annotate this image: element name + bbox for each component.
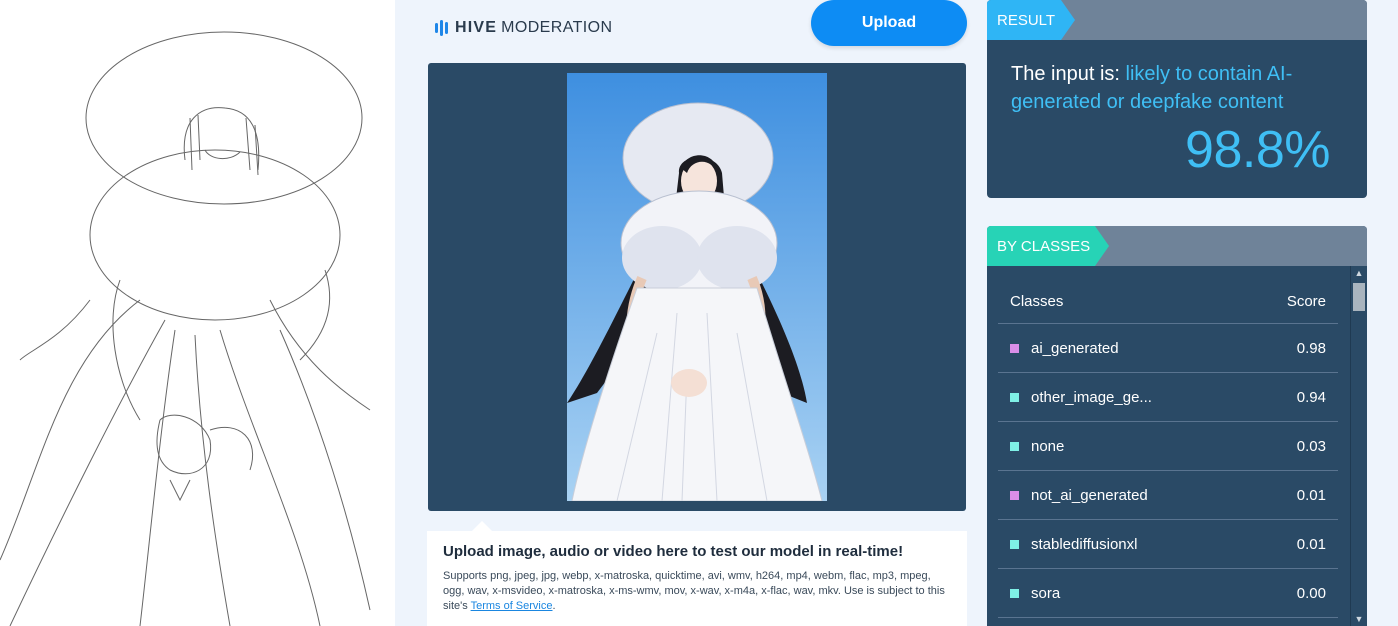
class-name: none (1031, 437, 1065, 455)
result-tag-label: RESULT (997, 11, 1056, 29)
classes-table-header: Classes Score (998, 280, 1338, 324)
class-name: not_ai_generated (1031, 486, 1148, 504)
class-score: 0.03 (1296, 437, 1326, 455)
column-classes: Classes (1010, 293, 1064, 310)
class-name: stablediffusionxl (1031, 535, 1138, 553)
scroll-up-arrow-icon[interactable]: ▲ (1351, 266, 1367, 280)
classes-tag: BY CLASSES (987, 226, 1109, 266)
classes-header: BY CLASSES (987, 226, 1367, 266)
class-name: ai_generated (1031, 339, 1119, 357)
uploaded-image (567, 73, 827, 501)
class-score: 0.98 (1296, 339, 1326, 357)
terms-of-service-link[interactable]: Terms of Service (471, 600, 553, 612)
hive-bars-icon (435, 20, 448, 36)
result-card: RESULT The input is: likely to contain A… (987, 0, 1367, 198)
table-row: sora 0.00 (998, 569, 1338, 618)
class-color-swatch (1010, 539, 1019, 549)
info-title: Upload image, audio or video here to tes… (443, 543, 904, 560)
hive-logo[interactable]: HIVE MODERATION (435, 18, 612, 38)
class-color-swatch (1010, 490, 1019, 500)
image-preview (428, 63, 966, 511)
info-body: Supports png, jpeg, jpg, webp, x-matrosk… (443, 569, 951, 614)
info-tail: . (552, 600, 556, 612)
table-row: not_ai_generated 0.01 (998, 471, 1338, 520)
class-color-swatch (1010, 441, 1019, 451)
classes-tag-label: BY CLASSES (997, 237, 1091, 255)
class-color-swatch (1010, 588, 1019, 598)
class-score: 0.94 (1296, 388, 1326, 406)
class-score: 0.01 (1296, 535, 1326, 553)
result-summary: The input is: likely to contain AI-gener… (1011, 60, 1331, 116)
table-row: ai_generated 0.98 (998, 324, 1338, 373)
class-name: sora (1031, 584, 1061, 602)
table-row: none 0.03 (998, 422, 1338, 471)
scroll-down-arrow-icon[interactable]: ▼ (1351, 612, 1367, 626)
result-percentage: 98.8% (1185, 121, 1330, 179)
main-column: HIVE MODERATION Upload Upload image, aud… (395, 0, 985, 626)
sketch-image (0, 0, 395, 626)
class-color-swatch (1010, 392, 1019, 402)
table-row: stablediffusionxl 0.01 (998, 520, 1338, 569)
logo-product: MODERATION (501, 19, 613, 36)
class-name: other_image_ge... (1031, 388, 1152, 406)
result-prefix: The input is: (1011, 63, 1120, 85)
classes-card: BY CLASSES Classes Score ai_generated 0.… (987, 226, 1367, 626)
table-row: other_image_ge... 0.94 (998, 373, 1338, 422)
upload-button[interactable]: Upload (811, 0, 967, 46)
class-color-swatch (1010, 343, 1019, 353)
class-score: 0.01 (1296, 486, 1326, 504)
logo-brand: HIVE (455, 19, 498, 36)
scrollbar-thumb[interactable] (1353, 283, 1365, 311)
classes-scrollbar[interactable]: ▲ ▼ (1350, 266, 1366, 626)
column-score: Score (1286, 293, 1326, 310)
result-header: RESULT (987, 0, 1367, 40)
upload-info-card: Upload image, audio or video here to tes… (427, 521, 967, 626)
class-score: 0.00 (1296, 584, 1326, 602)
result-tag: RESULT (987, 0, 1075, 40)
